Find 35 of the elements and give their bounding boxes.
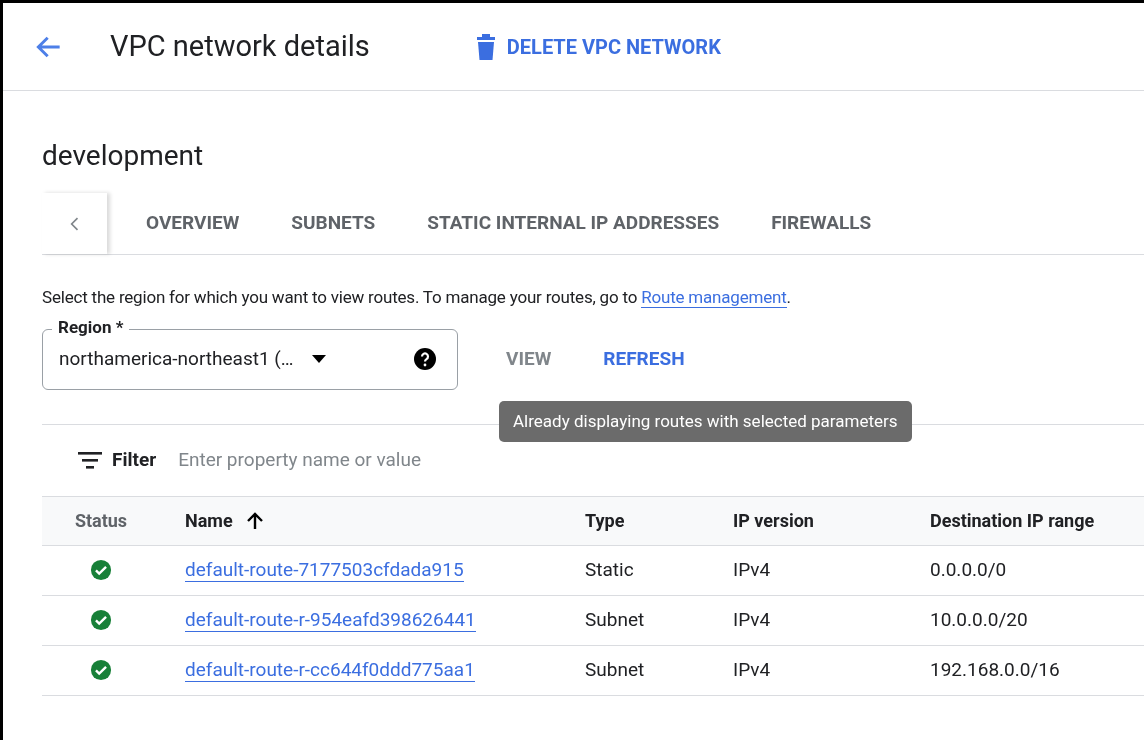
tab[interactable]: SUBNETS [269,193,398,254]
column-header[interactable]: IP version [733,507,814,534]
help-icon[interactable] [413,347,437,371]
ip-version: IPv4 [733,557,771,581]
page-title: VPC network details [110,27,370,65]
destination-range: 10.0.0.0/20 [930,607,1028,631]
route-name-link[interactable]: default-route-7177503cfdada915 [185,557,464,582]
destination-range: 0.0.0.0/0 [930,557,1007,581]
filter-label: Filter [112,446,157,473]
column-header[interactable]: Destination IP range [930,507,1095,534]
route-type: Static [585,557,634,581]
filter-field[interactable]: Enter property name or value [178,445,679,475]
ip-version: IPv4 [733,657,771,681]
column-header: Status [74,509,128,533]
intro-text: Select the region for which you want to view routes. To manage your routes, go to Route management. [42,286,791,310]
tab[interactable]: STATIC INTERNAL IP ADDRESSES [405,193,742,254]
network-name: development [42,138,204,174]
delete-network-button[interactable]: DELETE VPC NETWORK [474,31,721,62]
route-name-link[interactable]: default-route-r-cc644f0ddd775aa1 [185,657,475,682]
tooltip: Already displaying routes with selected parameters [499,400,912,442]
destination-range: 192.168.0.0/16 [930,657,1060,681]
trash-icon [474,33,497,60]
route-name-link[interactable]: default-route-r-954eafd398626441 [185,607,476,632]
region-value: northamerica-northeast1 (… [59,345,294,372]
tab[interactable]: OVERVIEW [124,193,262,254]
column-header[interactable]: Name [185,507,233,534]
action-button[interactable]: REFRESH [581,339,707,379]
route-type: Subnet [585,657,645,681]
caret-icon [311,355,326,363]
route-management-link[interactable]: Route management [641,287,787,308]
filter-icon [78,451,102,469]
tab[interactable]: FIREWALLS [749,193,894,254]
ip-version: IPv4 [733,607,771,631]
route-type: Subnet [585,607,645,631]
column-header[interactable]: Type [585,507,625,534]
